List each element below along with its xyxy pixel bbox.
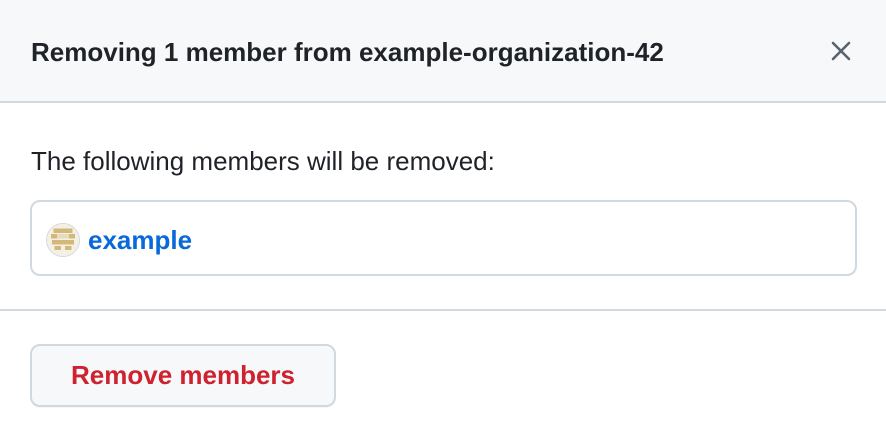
member-username-link[interactable]: example xyxy=(88,222,192,258)
dialog-header: Removing 1 member from example-organizat… xyxy=(0,0,886,103)
dialog-footer: Remove members xyxy=(0,311,886,436)
close-icon xyxy=(830,40,852,65)
close-button[interactable] xyxy=(821,32,861,72)
avatar xyxy=(46,223,80,257)
remove-members-dialog: Removing 1 member from example-organizat… xyxy=(0,0,886,436)
list-item: example xyxy=(46,222,192,258)
remove-members-button[interactable]: Remove members xyxy=(30,344,336,407)
dialog-title: Removing 1 member from example-organizat… xyxy=(31,37,664,67)
dialog-body: The following members will be removed: e… xyxy=(0,103,886,309)
removal-description: The following members will be removed: xyxy=(31,146,495,176)
member-list: example xyxy=(30,200,857,276)
